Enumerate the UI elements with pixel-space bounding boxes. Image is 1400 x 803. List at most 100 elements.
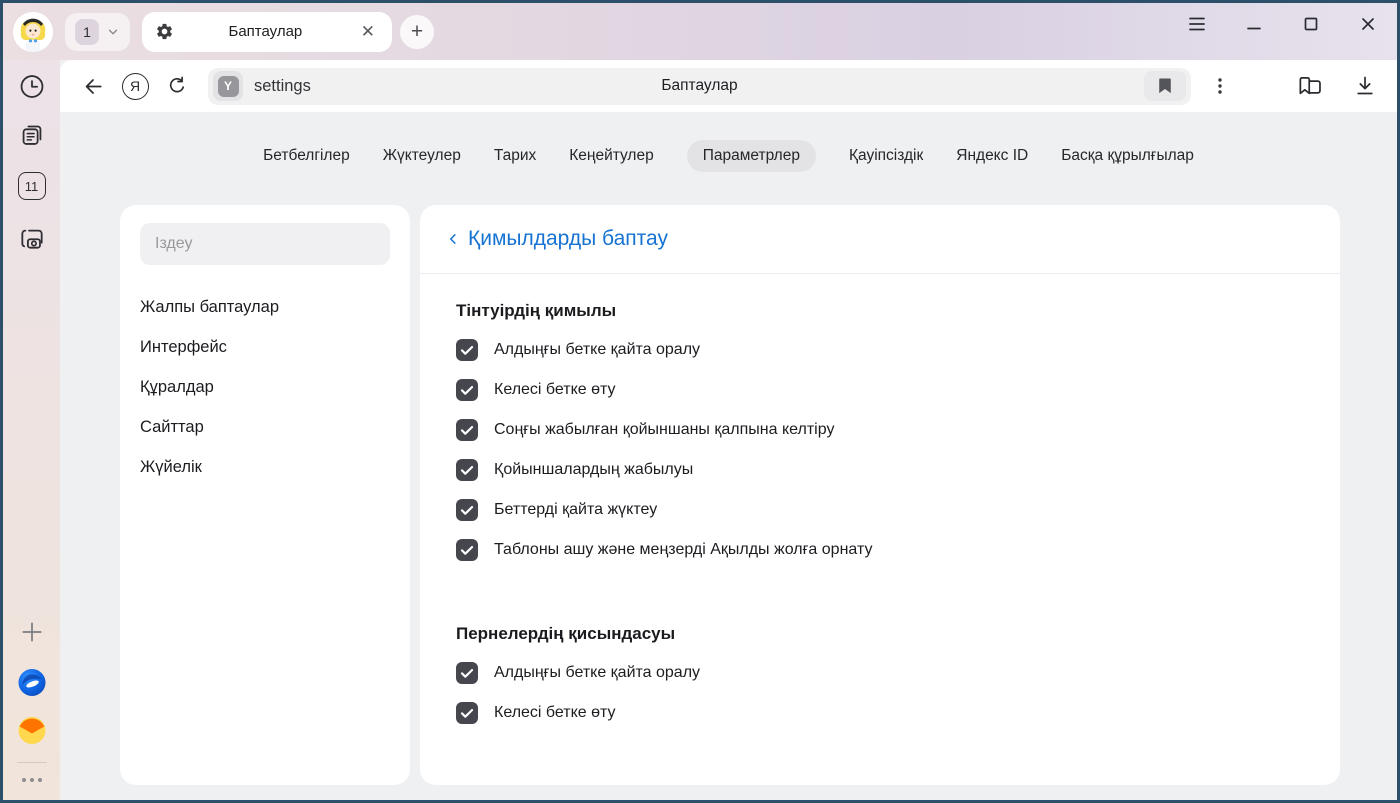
refresh-button[interactable] <box>156 66 198 106</box>
yandex-home-button[interactable]: Я <box>114 66 156 106</box>
browser-menu-button[interactable] <box>1188 15 1206 33</box>
history-button[interactable] <box>18 73 45 100</box>
active-tab-settings[interactable]: Баптаулар ✕ <box>142 12 392 52</box>
tab-security[interactable]: Қауіпсіздік <box>849 140 923 172</box>
sidebar-item-sites[interactable]: Сайттар <box>140 407 390 447</box>
hamburger-icon <box>1188 16 1206 32</box>
checkbox-checked-icon[interactable] <box>456 539 478 561</box>
new-tab-button[interactable]: + <box>400 15 434 49</box>
documents-icon <box>18 122 45 149</box>
bookmark-button[interactable] <box>1144 71 1186 101</box>
panel-body: Тінтуірдің қимылы Алдыңғы бетке қайта ор… <box>420 274 1340 733</box>
checkbox-label: Келесі бетке өту <box>494 704 616 722</box>
checkbox-checked-icon[interactable] <box>456 499 478 521</box>
tab-group-selector[interactable]: 1 <box>65 13 130 51</box>
minimize-button[interactable] <box>1245 15 1263 33</box>
collections-button[interactable] <box>1297 73 1323 99</box>
tab-yandex-id[interactable]: Яндекс ID <box>956 140 1028 172</box>
maximize-button[interactable] <box>1302 15 1320 33</box>
settings-menu: Жалпы баптаулар Интерфейс Құралдар Сайтт… <box>140 287 390 487</box>
settings-nav-tabs: Бетбелгілер Жүктеулер Тарих Кеңейтулер П… <box>60 112 1397 172</box>
checkbox-checked-icon[interactable] <box>456 459 478 481</box>
checkbox-checked-icon[interactable] <box>456 662 478 684</box>
tab-extensions[interactable]: Кеңейтулер <box>569 140 653 172</box>
screenshot-camera-icon <box>17 224 46 253</box>
address-bar[interactable]: Y settings Баптаулар <box>208 68 1191 105</box>
side-rail: 11 <box>3 60 60 800</box>
kebab-menu-icon <box>1211 76 1229 96</box>
sidebar-item-system[interactable]: Жүйелік <box>140 447 390 487</box>
plus-icon <box>19 619 45 645</box>
page-actions-menu-button[interactable] <box>1203 66 1237 106</box>
clock-icon <box>18 73 45 100</box>
back-button[interactable] <box>72 66 114 106</box>
search-input[interactable] <box>140 223 390 265</box>
tab-bar: 1 Баптаулар ✕ + <box>3 3 1397 60</box>
checkbox-checked-icon[interactable] <box>456 379 478 401</box>
tab-bookmarks[interactable]: Бетбелгілер <box>263 140 350 172</box>
settings-page: Бетбелгілер Жүктеулер Тарих Кеңейтулер П… <box>60 112 1397 800</box>
checkbox-checked-icon[interactable] <box>456 339 478 361</box>
checkbox-row[interactable]: Қойыншалардың жабылуы <box>456 450 1304 490</box>
checkbox-row[interactable]: Таблоны ашу және меңзерді Ақылды жолға о… <box>456 530 1304 570</box>
url-text: settings <box>254 77 311 96</box>
checkbox-row[interactable]: Келесі бетке өту <box>456 693 1304 733</box>
tab-close-icon[interactable]: ✕ <box>357 21 379 42</box>
checkbox-checked-icon[interactable] <box>456 702 478 724</box>
user-avatar[interactable] <box>13 12 53 52</box>
bookmark-icon <box>1157 77 1173 95</box>
sidebar-item-interface[interactable]: Интерфейс <box>140 327 390 367</box>
avatar-image <box>13 12 53 52</box>
checkbox-label: Қойыншалардың жабылуы <box>494 461 693 479</box>
checkbox-label: Алдыңғы бетке қайта оралу <box>494 341 700 359</box>
yandex-browser-logo-icon <box>17 668 46 697</box>
tab-group-count-badge: 1 <box>75 19 99 45</box>
close-icon <box>1360 16 1376 32</box>
tab-title: Баптаулар <box>174 23 357 40</box>
download-icon <box>1353 74 1377 98</box>
checkbox-row[interactable]: Алдыңғы бетке қайта оралу <box>456 653 1304 693</box>
back-to-settings-button[interactable] <box>444 230 462 248</box>
section-heading-mouse-gestures: Тінтуірдің қимылы <box>456 301 1304 321</box>
sidebar-item-tools[interactable]: Құралдар <box>140 367 390 407</box>
gear-icon <box>155 22 174 41</box>
checkbox-row[interactable]: Алдыңғы бетке қайта оралу <box>456 330 1304 370</box>
sidebar-item-general[interactable]: Жалпы баптаулар <box>140 287 390 327</box>
tab-downloads[interactable]: Жүктеулер <box>383 140 461 172</box>
yandex-mail-logo-icon <box>17 716 46 745</box>
panel-header: Қимылдарды баптау <box>420 205 1340 274</box>
checkbox-row[interactable]: Соңғы жабылған қойыншаны қалпына келтіру <box>456 410 1304 450</box>
checkbox-label: Келесі бетке өту <box>494 381 616 399</box>
minimize-icon <box>1246 16 1262 32</box>
rail-more-button[interactable] <box>22 778 42 782</box>
checkbox-row[interactable]: Келесі бетке өту <box>456 370 1304 410</box>
browser-toolbar: Я Y settings Баптаулар <box>60 60 1397 112</box>
page-title[interactable]: Қимылдарды баптау <box>468 227 668 251</box>
chevron-down-icon <box>106 25 120 39</box>
arrow-left-icon <box>82 75 105 98</box>
browser-window: 1 Баптаулар ✕ + <box>0 0 1400 803</box>
yandex-browser-shortcut[interactable] <box>17 668 46 697</box>
tab-history[interactable]: Тарих <box>494 140 536 172</box>
yandex-mail-shortcut[interactable] <box>17 716 46 745</box>
checkbox-row[interactable]: Беттерді қайта жүктеу <box>456 490 1304 530</box>
bookmarks-panel-button[interactable] <box>18 122 45 149</box>
tab-other-devices[interactable]: Басқа құрылғылар <box>1061 140 1194 172</box>
tab-count-badge: 11 <box>25 179 39 194</box>
add-panel-button[interactable] <box>19 619 45 645</box>
tab-settings[interactable]: Параметрлер <box>687 140 816 172</box>
close-window-button[interactable] <box>1359 15 1377 33</box>
downloads-button[interactable] <box>1353 74 1377 98</box>
tab-count-button[interactable]: 11 <box>18 172 46 200</box>
checkbox-checked-icon[interactable] <box>456 419 478 441</box>
refresh-icon <box>166 75 188 97</box>
collections-icon <box>1297 73 1323 99</box>
checkbox-label: Соңғы жабылған қойыншаны қалпына келтіру <box>494 421 834 439</box>
checkbox-label: Таблоны ашу және меңзерді Ақылды жолға о… <box>494 541 872 559</box>
rail-divider <box>17 762 47 763</box>
section-heading-keyboard-shortcuts: Пернелердің қисындасуы <box>456 624 1304 644</box>
screenshot-button[interactable] <box>17 224 46 253</box>
checkbox-label: Алдыңғы бетке қайта оралу <box>494 664 700 682</box>
gestures-settings-panel: Қимылдарды баптау Тінтуірдің қимылы Алды… <box>420 205 1340 785</box>
checkbox-label: Беттерді қайта жүктеу <box>494 501 657 519</box>
